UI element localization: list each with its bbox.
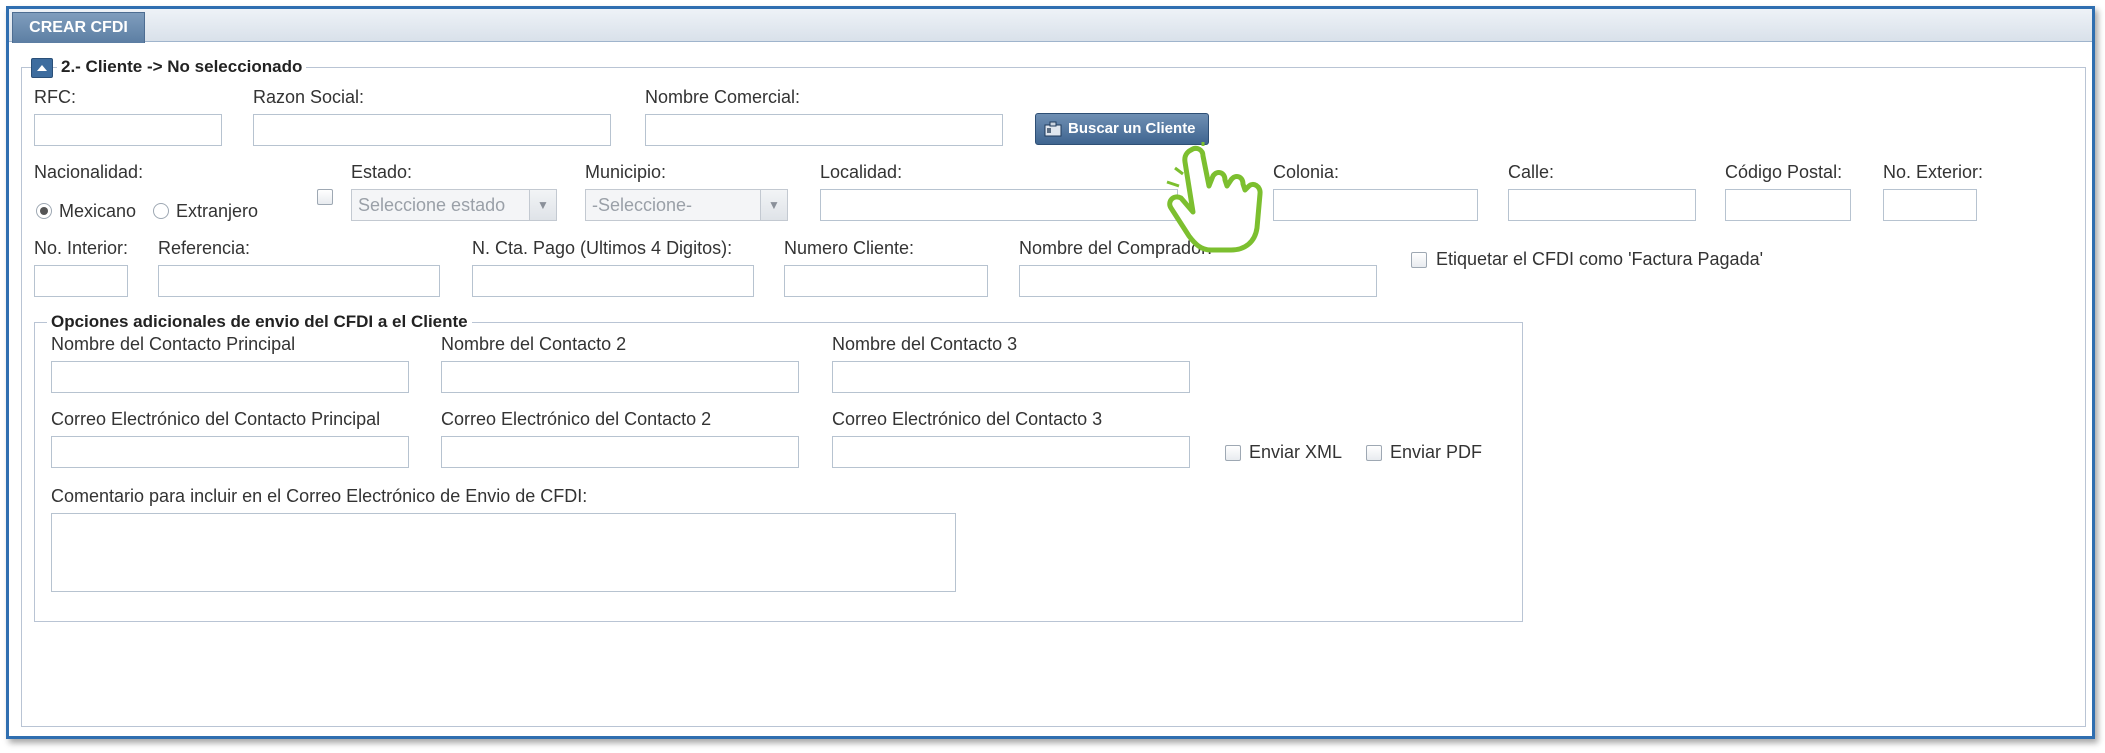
crear-cfdi-window: CREAR CFDI 2.- Cliente -> No seleccionad… [6,6,2095,739]
contacto-principal-input[interactable] [51,361,409,393]
chevron-down-icon: ▼ [529,190,556,220]
extranjero-label: Extranjero [176,201,259,221]
colonia-input[interactable] [1273,189,1478,221]
comentario-textarea[interactable] [51,513,956,592]
chevron-down-icon: ▼ [760,190,787,220]
contacto-3-label: Nombre del Contacto 3 [832,334,1018,354]
calle-label: Calle: [1508,162,1555,182]
nombre-comercial-input[interactable] [645,114,1003,146]
razon-social-input[interactable] [253,114,611,146]
correo-2-input[interactable] [441,436,799,468]
numero-cliente-input[interactable] [784,265,988,297]
no-exterior-label: No. Exterior: [1883,162,1984,182]
section-title: 2.- Cliente -> No seleccionado [57,57,307,77]
no-interior-input[interactable] [34,265,128,297]
envio-legend: Opciones adicionales de envio del CFDI a… [47,312,472,332]
codigo-postal-label: Código Postal: [1725,162,1843,182]
estado-select[interactable]: Seleccione estado ▼ [351,189,557,221]
contacto-3-input[interactable] [832,361,1190,393]
municipio-select[interactable]: -Seleccione- ▼ [585,189,788,221]
etiquetar-checkbox[interactable] [1411,252,1427,268]
cta-pago-input[interactable] [472,265,754,297]
numero-cliente-label: Numero Cliente: [784,238,915,258]
enviar-xml-checkbox[interactable] [1225,445,1241,461]
mexicano-label: Mexicano [59,201,137,221]
colonia-label: Colonia: [1273,162,1340,182]
nacionalidad-label: Nacionalidad: [34,162,144,182]
comentario-label: Comentario para incluir en el Correo Ele… [51,486,588,506]
localidad-label: Localidad: [820,162,903,182]
nombre-comercial-label: Nombre Comercial: [645,87,801,107]
enviar-xml-label: Enviar XML [1249,442,1343,462]
referencia-input[interactable] [158,265,440,297]
buscar-cliente-button[interactable]: Buscar un Cliente [1035,113,1209,145]
correo-3-input[interactable] [832,436,1190,468]
referencia-label: Referencia: [158,238,251,258]
etiquetar-label: Etiquetar el CFDI como 'Factura Pagada' [1436,249,1764,269]
rfc-input[interactable] [34,114,222,146]
hand-pointer-icon [1166,142,1263,253]
correo-3-label: Correo Electrónico del Contacto 3 [832,409,1103,429]
buscar-cliente-label: Buscar un Cliente [1068,120,1196,137]
no-exterior-input[interactable] [1883,189,1977,221]
contacto-2-input[interactable] [441,361,799,393]
enviar-pdf-checkbox[interactable] [1366,445,1382,461]
codigo-postal-input[interactable] [1725,189,1851,221]
rfc-label: RFC: [34,87,76,107]
client-card-icon [1044,121,1062,137]
contacto-principal-label: Nombre del Contacto Principal [51,334,296,354]
collapse-up-icon[interactable] [31,58,53,78]
nombre-comprador-input[interactable] [1019,265,1377,297]
correo-principal-input[interactable] [51,436,409,468]
enviar-pdf-label: Enviar PDF [1390,442,1483,462]
correo-2-label: Correo Electrónico del Contacto 2 [441,409,712,429]
correo-principal-label: Correo Electrónico del Contacto Principa… [51,409,381,429]
extranjero-radio[interactable] [153,203,169,219]
estado-checkbox[interactable] [317,189,333,205]
tab-bar: CREAR CFDI [9,9,2092,43]
no-interior-label: No. Interior: [34,238,129,258]
localidad-input[interactable] [820,189,1178,221]
mexicano-radio[interactable] [36,203,52,219]
estado-select-value: Seleccione estado [358,195,506,215]
cta-pago-label: N. Cta. Pago (Ultimos 4 Digitos): [472,238,733,258]
municipio-label: Municipio: [585,162,667,182]
calle-input[interactable] [1508,189,1696,221]
estado-label: Estado: [351,162,413,182]
municipio-select-value: -Seleccione- [592,195,693,215]
tab-crear-cfdi[interactable]: CREAR CFDI [12,12,145,43]
contacto-2-label: Nombre del Contacto 2 [441,334,627,354]
razon-social-label: Razon Social: [253,87,365,107]
